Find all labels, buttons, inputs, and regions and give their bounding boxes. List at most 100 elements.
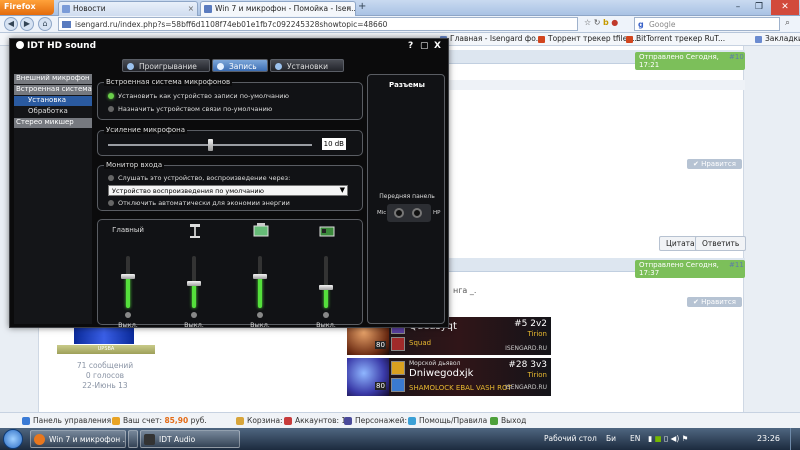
gain-slider-knob[interactable]	[208, 139, 213, 151]
home-icon[interactable]: ⌂	[38, 17, 52, 31]
taskbar-idt-audio[interactable]: IDT Audio	[140, 430, 240, 448]
search-magnifier-icon[interactable]: ⌕	[785, 18, 790, 28]
volume-track[interactable]	[126, 256, 130, 308]
playback-device-select[interactable]: Устройство воспроизведения по умолчанию …	[108, 185, 348, 196]
tab-win7-mic[interactable]: Win 7 и микрофон - Помойка - Isen... ×	[200, 1, 356, 16]
firefox-menu-button[interactable]: Firefox	[0, 0, 54, 15]
gear-icon	[275, 63, 282, 70]
mic-jack-icon[interactable]	[394, 208, 404, 218]
mute-toggle[interactable]	[125, 312, 131, 318]
default-record-radio[interactable]: Установить как устройство записи по-умол…	[108, 92, 289, 100]
minimize-icon[interactable]: ▢	[420, 41, 429, 51]
forward-arrow-icon[interactable]: ▶	[20, 17, 34, 31]
mixer-group: Главный Выкл. Выкл. Выкл. Выкл.	[97, 219, 363, 329]
bookmark-tfile[interactable]: Торрент трекер tfile.r...	[538, 34, 639, 43]
logout-link[interactable]: Выход	[490, 416, 526, 425]
taskbar-window-stub[interactable]	[128, 430, 138, 448]
new-tab-button[interactable]: +	[358, 2, 370, 14]
group-title: Встроенная система микрофонов	[104, 78, 233, 86]
sound-card-icon	[319, 226, 335, 237]
like-button[interactable]: Нравится	[687, 159, 742, 169]
close-tab-icon[interactable]: ×	[188, 4, 194, 13]
device-item-setup[interactable]: Установка	[14, 96, 92, 106]
tray-bi[interactable]: Би	[606, 434, 616, 443]
taskbar-firefox[interactable]: Win 7 и микрофон ...	[30, 430, 126, 448]
device-external-mic[interactable]: Внешний микрофон	[14, 74, 92, 84]
post-number[interactable]: #11	[729, 261, 744, 269]
site-identity-icon[interactable]	[62, 21, 71, 28]
star-icon[interactable]: ☆	[584, 18, 591, 27]
device-stereo-mix[interactable]: Стерео микшер	[14, 118, 92, 128]
maximize-window-icon[interactable]: ❐	[749, 0, 769, 15]
characters-link[interactable]: Персонажей: 4	[344, 416, 414, 425]
gain-value: 10 dB	[322, 138, 346, 150]
auto-off-checkbox[interactable]: Отключить автоматически для экономии эне…	[108, 199, 290, 207]
spec-icon	[391, 337, 405, 351]
reply-button[interactable]: Ответить	[695, 236, 747, 251]
search-input[interactable]: g Google	[634, 17, 780, 31]
volume-knob[interactable]	[187, 281, 201, 287]
character-name: Dniwegodxjk	[409, 368, 474, 379]
minimize-window-icon[interactable]: –	[728, 0, 748, 15]
address-bar[interactable]: isengard.ru/index.php?s=58bff6d1108f74eb…	[58, 17, 578, 31]
user-avatar-image	[74, 328, 134, 344]
help-rules-link[interactable]: Помощь/Правила	[408, 416, 487, 425]
like-button[interactable]: Нравится	[687, 297, 742, 307]
volume-fill	[126, 275, 130, 308]
tab-playback[interactable]: Проигрывание	[122, 59, 210, 72]
volume-track[interactable]	[258, 256, 262, 308]
volume-knob[interactable]	[253, 273, 267, 279]
group-title: Усиление микрофона	[104, 126, 188, 134]
adblock-icon[interactable]: ●	[611, 18, 618, 27]
network-icon[interactable]: ▮	[648, 434, 652, 443]
control-panel-link[interactable]: Панель управления	[22, 416, 111, 425]
show-desktop-button[interactable]	[790, 428, 800, 450]
user-votes-count: 0 голосов	[85, 371, 125, 380]
tab-recording[interactable]: Запись	[212, 59, 268, 72]
user-join-date: 22-Июнь 13	[82, 381, 128, 390]
volume-track[interactable]	[324, 256, 328, 308]
server-name: Tirion	[527, 330, 547, 338]
cart-link[interactable]: Корзина: 0	[236, 416, 290, 425]
nvidia-icon[interactable]: ■	[655, 434, 662, 443]
bookmark-isengard[interactable]: Главная - Isengard фо...	[440, 34, 543, 43]
mixer-channel-device: Выкл.	[230, 220, 290, 329]
volume-icon[interactable]: ◀)	[671, 434, 680, 443]
flag-icon[interactable]: ⚑	[682, 434, 689, 443]
mute-label: Выкл.	[118, 321, 138, 329]
bookmark-rutracker[interactable]: BitTorrent трекер RuT...	[626, 34, 725, 43]
help-icon[interactable]: ?	[408, 41, 413, 51]
reload-icon[interactable]: ↻	[594, 18, 601, 27]
device-item-processing[interactable]: Обработка	[14, 107, 92, 117]
post-text-fragment: нга _.	[453, 286, 477, 295]
volume-knob[interactable]	[121, 273, 135, 279]
device-builtin-mic[interactable]: Встроенная система м...	[14, 85, 92, 95]
mute-toggle[interactable]	[323, 312, 329, 318]
back-arrow-icon[interactable]: ◀	[4, 17, 18, 31]
listen-checkbox[interactable]: Слушать это устройство, воспроизведение …	[108, 174, 290, 182]
tab-news[interactable]: Новости ×	[58, 1, 198, 16]
bookmarks-menu[interactable]: Закладки	[755, 34, 800, 43]
accounts-link[interactable]: Аккаунтов: 1	[284, 416, 346, 425]
close-icon[interactable]: X	[434, 41, 441, 51]
post-number[interactable]: #10	[729, 53, 744, 61]
desktop-toolbar[interactable]: Рабочий стол	[544, 434, 597, 443]
account-balance[interactable]: Ваш счет: 85,90 руб.	[112, 416, 207, 425]
mute-toggle[interactable]	[257, 312, 263, 318]
server-name: Tirion	[527, 371, 547, 379]
default-comm-radio[interactable]: Назначить устройством связи по-умолчанию	[108, 105, 272, 113]
jacks-panel: Разъемы Передняя панель Mic HP	[367, 74, 445, 324]
headphone-jack-icon[interactable]	[412, 208, 422, 218]
addon-icon[interactable]: b	[603, 18, 609, 27]
language-indicator[interactable]: EN	[630, 434, 640, 443]
class-icon	[391, 361, 405, 375]
start-button[interactable]	[3, 429, 23, 449]
volume-knob[interactable]	[319, 285, 333, 291]
close-tab-icon[interactable]: ×	[346, 4, 352, 13]
character-level: 80	[375, 341, 386, 349]
battery-icon[interactable]: ▯	[664, 434, 668, 443]
mixer-main-label: Главный	[112, 226, 144, 234]
close-window-icon[interactable]: ✕	[771, 0, 799, 15]
mute-toggle[interactable]	[191, 312, 197, 318]
tab-settings[interactable]: Установки	[270, 59, 344, 72]
